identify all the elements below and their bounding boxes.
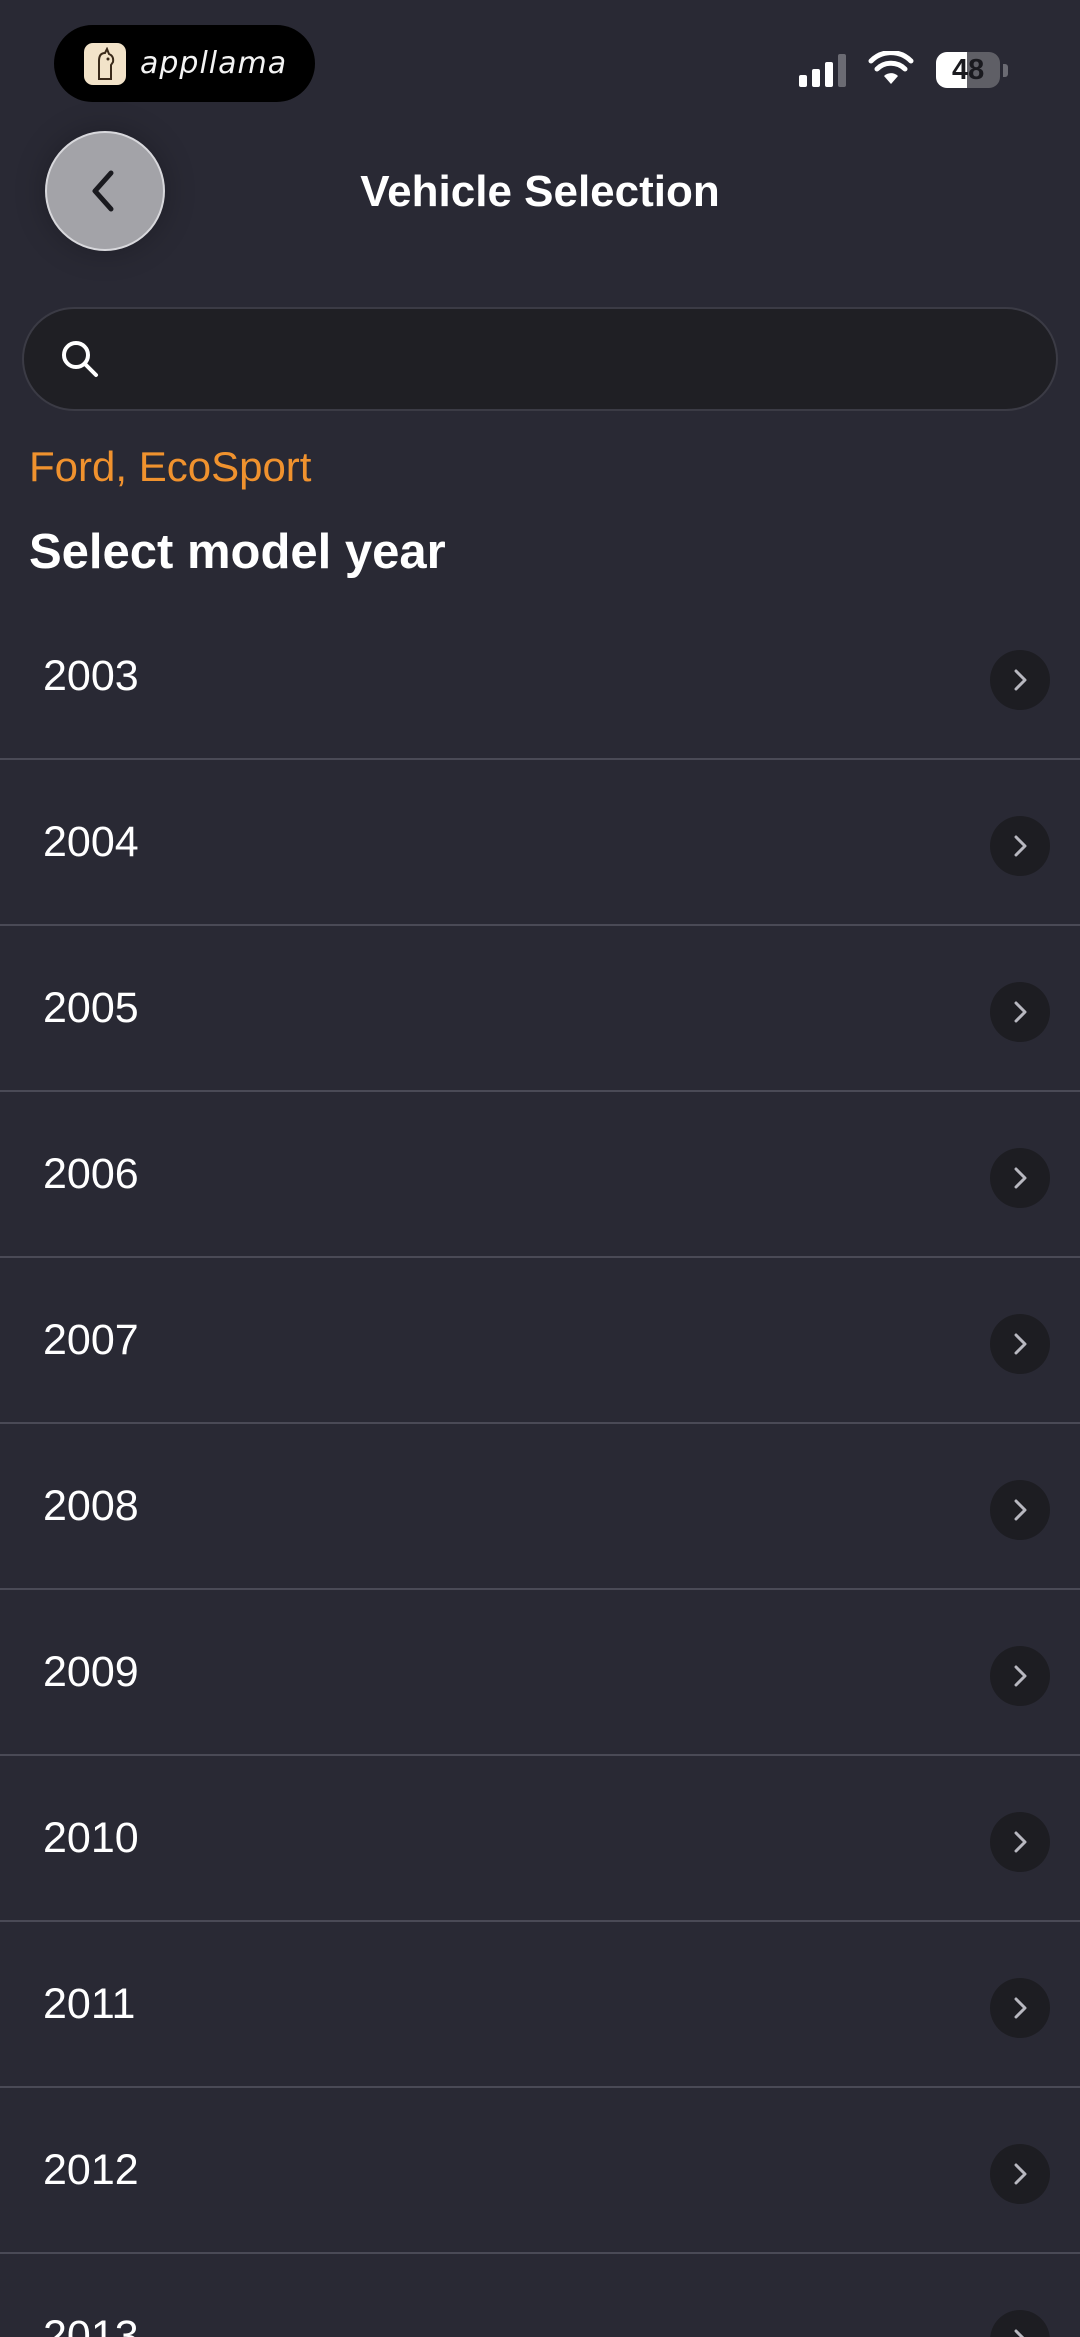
battery-percentage: 48 bbox=[951, 53, 985, 86]
year-row[interactable]: 2012 bbox=[0, 2088, 1080, 2254]
year-row[interactable]: 2011 bbox=[0, 1922, 1080, 2088]
year-label: 2013 bbox=[43, 2311, 139, 2337]
chevron-right-icon[interactable] bbox=[990, 1812, 1050, 1872]
year-label: 2011 bbox=[43, 1979, 136, 2028]
island-app-name: appllama bbox=[140, 46, 288, 81]
chevron-right-icon[interactable] bbox=[990, 816, 1050, 876]
year-row[interactable]: 2006 bbox=[0, 1092, 1080, 1258]
year-label: 2004 bbox=[43, 817, 139, 866]
year-label: 2005 bbox=[43, 983, 139, 1032]
chevron-right-icon[interactable] bbox=[990, 982, 1050, 1042]
year-label: 2007 bbox=[43, 1315, 139, 1364]
year-row[interactable]: 2003 bbox=[0, 594, 1080, 760]
page-title-text: Vehicle Selection bbox=[360, 167, 720, 216]
year-label: 2009 bbox=[43, 1647, 139, 1696]
search-bar[interactable] bbox=[22, 307, 1058, 411]
year-label: 2003 bbox=[43, 651, 139, 700]
year-row[interactable]: 2007 bbox=[0, 1258, 1080, 1424]
year-label: 2010 bbox=[43, 1813, 139, 1862]
page-title: Vehicle Selection bbox=[0, 160, 1080, 224]
vehicle-breadcrumb: Ford, EcoSport bbox=[29, 443, 312, 490]
year-label: 2008 bbox=[43, 1481, 139, 1530]
search-input[interactable] bbox=[118, 309, 1026, 409]
year-row[interactable]: 2005 bbox=[0, 926, 1080, 1092]
chevron-right-icon[interactable] bbox=[990, 1646, 1050, 1706]
chevron-right-icon[interactable] bbox=[990, 650, 1050, 710]
wifi-icon bbox=[868, 49, 914, 90]
year-row[interactable]: 2010 bbox=[0, 1756, 1080, 1922]
year-label: 2012 bbox=[43, 2145, 139, 2194]
year-label: 2006 bbox=[43, 1149, 139, 1198]
year-row[interactable]: 2004 bbox=[0, 760, 1080, 926]
search-icon bbox=[58, 337, 102, 381]
chevron-right-icon[interactable] bbox=[990, 1314, 1050, 1374]
dynamic-island-activity[interactable]: appllama bbox=[54, 25, 315, 102]
model-year-list: 2003 2004 2005 2006 2007 2008 2009 2010 2011 2012… bbox=[0, 594, 1080, 2337]
section-title: Select model year bbox=[29, 525, 446, 579]
chevron-right-icon[interactable] bbox=[990, 2144, 1050, 2204]
chevron-right-icon[interactable] bbox=[990, 2310, 1050, 2337]
year-row[interactable]: 2013 bbox=[0, 2254, 1080, 2337]
cellular-signal-icon bbox=[799, 53, 846, 87]
chevron-right-icon[interactable] bbox=[990, 1148, 1050, 1208]
status-indicators: 48 bbox=[799, 48, 1008, 92]
year-row[interactable]: 2008 bbox=[0, 1424, 1080, 1590]
chevron-right-icon[interactable] bbox=[990, 1480, 1050, 1540]
llama-logo-icon bbox=[84, 42, 126, 85]
battery-icon: 48 bbox=[936, 51, 1008, 89]
screen: appllama 48 Vehicle Selection Ford, EcoS… bbox=[0, 0, 1080, 2337]
status-bar: appllama 48 bbox=[0, 0, 1080, 110]
chevron-right-icon[interactable] bbox=[990, 1978, 1050, 2038]
year-row[interactable]: 2009 bbox=[0, 1590, 1080, 1756]
